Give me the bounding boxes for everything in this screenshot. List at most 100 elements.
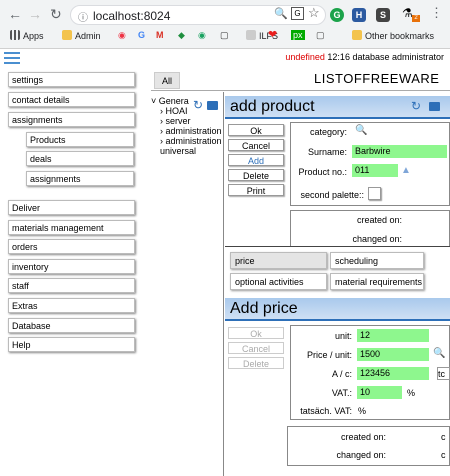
changed-on-label: changed on: (352, 234, 402, 244)
surname-label: Surname: (307, 147, 347, 157)
tab-material-requirements[interactable]: material requirements (330, 273, 424, 290)
nav-extras[interactable]: Extras (8, 298, 135, 313)
nav-staff[interactable]: staff (8, 278, 135, 293)
tree-save-icon[interactable] (207, 101, 218, 110)
tab-scheduling[interactable]: scheduling (330, 252, 424, 269)
star-icon[interactable]: ☆ (308, 5, 320, 21)
chevron-right-icon: › (160, 116, 163, 126)
price-delete-button[interactable]: Delete (228, 357, 284, 369)
bookmark-label: Apps (23, 31, 44, 41)
divider (225, 319, 450, 321)
tree-item[interactable]: › administration (151, 136, 222, 146)
bookmark-m[interactable]: M (156, 30, 164, 40)
vat-field[interactable]: 10 (357, 386, 402, 399)
tab-optional-activities[interactable]: optional activities (230, 273, 327, 290)
nav-settings[interactable]: settings (8, 72, 135, 87)
chevron-right-icon: › (160, 136, 163, 146)
tree-refresh-icon[interactable]: ↻ (193, 98, 203, 112)
status-text: 12:16 database administrator (327, 52, 444, 62)
tree-item[interactable]: › administration (151, 126, 222, 136)
bookmark-px[interactable]: px (291, 30, 305, 40)
price-changed-value: c (441, 450, 446, 460)
status-undefined: undefined (285, 52, 325, 62)
category-search-icon[interactable]: 🔍 (355, 125, 367, 136)
bookmark-doc[interactable]: ▢ (220, 30, 229, 41)
bookmark-doc2[interactable]: ▢ (316, 30, 325, 41)
s-extension-icon[interactable]: S (376, 8, 390, 22)
vat-percent: % (407, 388, 416, 398)
vat-label: VAT.: (331, 388, 352, 398)
delete-button[interactable]: Delete (228, 169, 284, 181)
tree-item[interactable]: › server (151, 116, 221, 126)
bookmark-green[interactable]: ◆ (178, 30, 185, 41)
menu-dots-icon[interactable]: ⋮ (430, 5, 443, 21)
other-bookmarks[interactable]: Other bookmarks (352, 30, 434, 41)
h-extension-icon[interactable]: H (352, 8, 366, 22)
bookmark-o[interactable]: ◉ (118, 30, 126, 41)
nav-deliver[interactable]: Deliver (8, 200, 135, 215)
price-cancel-button[interactable]: Cancel (228, 342, 284, 354)
ok-button[interactable]: Ok (228, 124, 284, 136)
hamburger-menu-icon[interactable] (4, 52, 20, 67)
list-title: LISTOFFREEWARE (314, 71, 440, 86)
surname-field[interactable]: Barbwire (352, 145, 447, 158)
chevron-right-icon: › (160, 126, 163, 136)
tree-label: administration (165, 136, 222, 146)
second-palette-label: second palette:: (300, 190, 364, 200)
nav-inventory[interactable]: inventory (8, 259, 135, 274)
add-button[interactable]: Add (228, 154, 284, 166)
folder-icon (62, 30, 72, 40)
tree-label: server (165, 116, 191, 126)
price-ok-button[interactable]: Ok (228, 327, 284, 339)
cancel-button[interactable]: Cancel (228, 139, 284, 151)
translate-icon[interactable]: G (291, 7, 304, 20)
tab-all[interactable]: All (154, 72, 180, 89)
bookmark-apps[interactable]: Apps (10, 30, 44, 41)
price-changed-label: changed on: (336, 450, 386, 460)
grammarly-icon[interactable]: G (330, 8, 344, 22)
bookmark-c[interactable]: ◉ (198, 30, 206, 41)
nav-help[interactable]: Help (8, 337, 135, 352)
bookmark-admin[interactable]: Admin (62, 30, 101, 41)
price-unit-field[interactable]: 1500 (357, 348, 429, 361)
nav-sub-products[interactable]: Products (26, 132, 134, 147)
divider (151, 90, 450, 91)
ac-field[interactable]: 123456 (357, 367, 429, 380)
bookmark-label: Admin (75, 31, 101, 41)
reload-icon[interactable]: ↻ (50, 6, 62, 23)
zoom-icon[interactable]: 🔍 (274, 7, 288, 20)
ac-label: A / c: (331, 369, 352, 379)
chevron-down-icon: ˅ (151, 96, 157, 106)
nav-sub-deals[interactable]: deals (26, 151, 134, 166)
price-search-icon[interactable]: 🔍 (433, 348, 445, 359)
nav-assignments[interactable]: assignments (8, 112, 135, 127)
print-button[interactable]: Print (228, 184, 284, 196)
bookmark-label: Other bookmarks (365, 31, 435, 41)
tab-price[interactable]: price (230, 252, 327, 269)
unit-field[interactable]: 12 (357, 329, 429, 342)
info-icon[interactable]: ⓘ (78, 9, 88, 24)
tree-item[interactable]: universal (151, 146, 221, 156)
bookmark-g[interactable]: G (138, 30, 145, 40)
palette-button[interactable] (368, 187, 381, 200)
folder-icon[interactable]: ▲ (401, 165, 411, 176)
nav-sub-assignments[interactable]: assignments (26, 171, 134, 186)
bookmarks-bar: Apps Admin ◉ G M ◆ ◉ ▢ ILFS ❤ px ▢ Other… (0, 27, 450, 47)
panel-title-add-price: Add price (225, 298, 450, 319)
product-no-field[interactable]: 011 (352, 164, 398, 177)
back-icon[interactable]: ← (8, 6, 22, 22)
save-icon[interactable] (429, 102, 440, 111)
refresh-icon[interactable]: ↻ (411, 99, 421, 113)
nav-database[interactable]: Database (8, 318, 135, 333)
divider (225, 117, 450, 119)
product-no-label: Product no.: (298, 167, 347, 177)
nav-materials-management[interactable]: materials management (8, 220, 135, 235)
folder-icon (352, 30, 362, 40)
nav-orders[interactable]: orders (8, 239, 135, 254)
actual-vat-percent: % (358, 406, 367, 416)
unit-label: unit: (334, 331, 352, 341)
ac-tc-button[interactable]: tc (437, 367, 450, 380)
nav-contact-details[interactable]: contact details (8, 92, 135, 107)
bookmark-heart[interactable]: ❤ (268, 28, 277, 41)
forward-icon[interactable]: → (28, 6, 42, 22)
